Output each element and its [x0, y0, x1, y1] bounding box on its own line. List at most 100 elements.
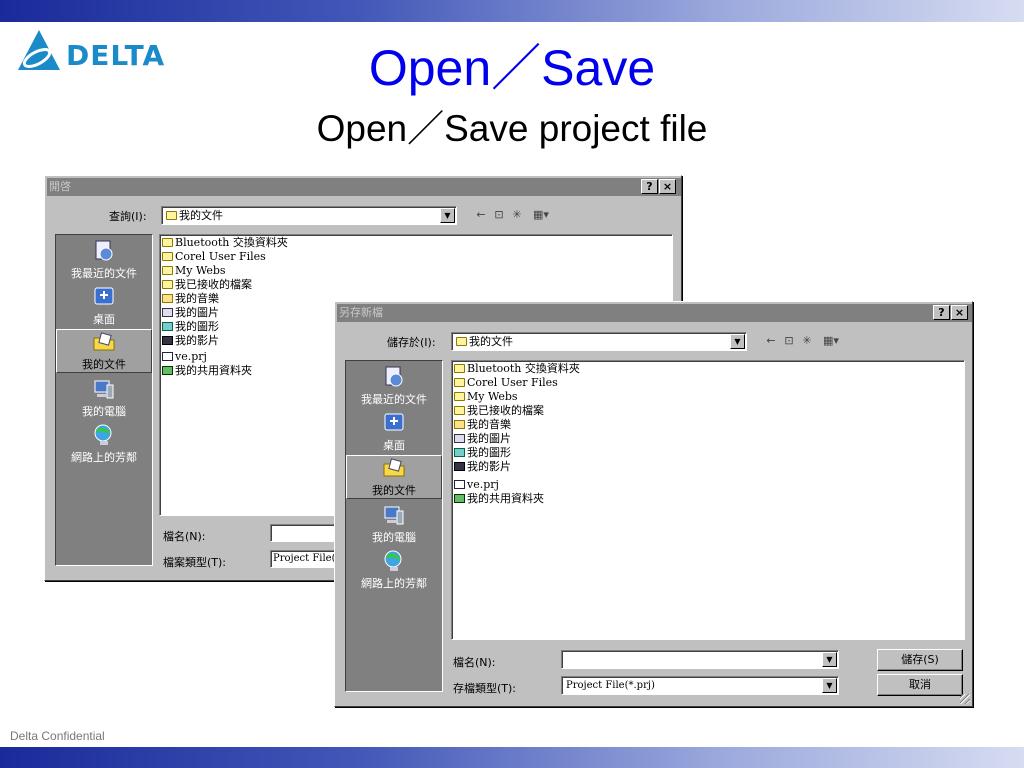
list-item[interactable]: 我的共用資料夾 [162, 364, 252, 378]
list-item[interactable]: 我已接收的檔案 [162, 278, 252, 292]
video-folder-icon [454, 462, 465, 471]
file-name: Bluetooth 交換資料夾 [175, 236, 288, 249]
savein-label: 儲存於(I): [387, 336, 436, 349]
music-folder-icon [454, 420, 465, 429]
list-item[interactable]: 我的影片 [162, 334, 219, 348]
file-name: 我的共用資料夾 [175, 364, 252, 377]
file-name: 我的音樂 [175, 292, 219, 305]
place-label: 網路上的芳鄰 [71, 451, 137, 464]
folder-icon [454, 364, 465, 373]
list-item[interactable]: 我的影片 [454, 460, 511, 474]
chevron-down-icon[interactable]: ▼ [822, 678, 837, 693]
top-gradient-bar [0, 0, 1024, 22]
open-dialog-titlebar: 開啓 [47, 178, 681, 196]
file-name: 我已接收的檔案 [467, 404, 544, 417]
list-item[interactable]: Corel User Files [454, 376, 558, 390]
place-label: 我的電腦 [82, 405, 126, 418]
list-item[interactable]: 我的共用資料夾 [454, 492, 544, 506]
place-label: 我的文件 [82, 358, 126, 371]
shared-folder-icon [454, 494, 465, 503]
pictures-folder-icon [454, 434, 465, 443]
my-computer-icon [94, 380, 114, 399]
place-network[interactable]: 網路上的芳鄰 [56, 423, 152, 465]
folder-icon [162, 252, 173, 261]
recent-icon [95, 240, 113, 261]
list-item[interactable]: 我的音樂 [454, 418, 511, 432]
savein-combo[interactable]: 我的文件 ▼ [451, 332, 747, 351]
place-recent[interactable]: 我最近的文件 [346, 365, 442, 407]
up-folder-icon[interactable]: ⊡ [781, 333, 797, 349]
filetype-value: Project File(*.prj) [566, 680, 655, 691]
places-bar: 我最近的文件 桌面 我的文件 我的電腦 網路上的芳鄰 [55, 234, 153, 566]
chevron-down-icon[interactable]: ▼ [730, 334, 745, 349]
view-menu-icon[interactable]: ▦▾ [819, 333, 843, 349]
folder-icon [162, 266, 173, 275]
view-menu-icon[interactable]: ▦▾ [529, 207, 553, 223]
folder-icon [454, 406, 465, 415]
list-item[interactable]: My Webs [162, 264, 226, 278]
place-my-documents[interactable]: 我的文件 [346, 455, 442, 499]
place-label: 桌面 [93, 313, 115, 326]
chevron-down-icon[interactable]: ▼ [440, 208, 455, 223]
file-name: 我的圖形 [175, 320, 219, 333]
place-label: 我最近的文件 [71, 267, 137, 280]
place-my-computer[interactable]: 我的電腦 [56, 377, 152, 419]
filetype-label: 存檔類型(T): [453, 682, 517, 695]
place-network[interactable]: 網路上的芳鄰 [346, 549, 442, 591]
list-item[interactable]: 我的圖形 [162, 320, 219, 334]
list-item[interactable]: ve.prj [162, 350, 207, 364]
place-desktop[interactable]: 桌面 [56, 285, 152, 327]
save-button[interactable]: 儲存(S) [877, 649, 963, 671]
place-recent[interactable]: 我最近的文件 [56, 239, 152, 281]
back-icon[interactable]: ← [473, 207, 489, 223]
list-item[interactable]: 我的圖形 [454, 446, 511, 460]
desktop-icon [384, 413, 404, 431]
resize-grip-icon[interactable] [960, 694, 970, 704]
project-file-icon [454, 480, 465, 489]
savein-value: 我的文件 [469, 335, 513, 348]
new-folder-icon[interactable]: ✳ [799, 333, 815, 349]
help-button[interactable]: ? [933, 305, 950, 320]
pictures-folder-icon [162, 308, 173, 317]
list-item[interactable]: 我已接收的檔案 [454, 404, 544, 418]
filename-label: 檔名(N): [163, 530, 206, 543]
filetype-select[interactable]: Project File(*.prj) ▼ [561, 676, 839, 695]
place-my-documents[interactable]: 我的文件 [56, 329, 152, 373]
close-button[interactable]: × [951, 305, 968, 320]
folder-icon [166, 211, 177, 220]
list-item[interactable]: 我的圖片 [454, 432, 511, 446]
list-item[interactable]: 我的音樂 [162, 292, 219, 306]
slide-subtitle: Open／Save project file [316, 108, 708, 149]
save-file-list[interactable]: Bluetooth 交換資料夾 Corel User Files My Webs… [451, 360, 965, 640]
close-button[interactable]: × [659, 179, 676, 194]
video-folder-icon [162, 336, 173, 345]
shapes-folder-icon [454, 448, 465, 457]
list-item[interactable]: My Webs [454, 390, 518, 404]
filename-label: 檔名(N): [453, 656, 496, 669]
list-item[interactable]: Bluetooth 交換資料夾 [162, 236, 288, 250]
help-button[interactable]: ? [641, 179, 658, 194]
place-desktop[interactable]: 桌面 [346, 411, 442, 453]
list-item[interactable]: Corel User Files [162, 250, 266, 264]
place-label: 桌面 [383, 439, 405, 452]
list-item[interactable]: Bluetooth 交換資料夾 [454, 362, 580, 376]
desktop-icon [94, 287, 114, 305]
place-label: 我最近的文件 [361, 393, 427, 406]
place-label: 網路上的芳鄰 [361, 577, 427, 590]
new-folder-icon[interactable]: ✳ [509, 207, 525, 223]
up-folder-icon[interactable]: ⊡ [491, 207, 507, 223]
lookin-combo[interactable]: 我的文件 ▼ [161, 206, 457, 225]
place-my-computer[interactable]: 我的電腦 [346, 503, 442, 545]
file-name: My Webs [467, 390, 518, 403]
chevron-down-icon[interactable]: ▼ [822, 652, 837, 667]
footer-confidential: Delta Confidential [10, 729, 105, 743]
filename-field[interactable]: ▼ [561, 650, 839, 669]
list-item[interactable]: ve.prj [454, 478, 499, 492]
cancel-button[interactable]: 取消 [877, 674, 963, 696]
back-icon[interactable]: ← [763, 333, 779, 349]
save-as-dialog: 另存新檔 ? × 儲存於(I): 我的文件 ▼ ← ⊡ ✳ ▦▾ 我最近的文件 … [334, 301, 973, 707]
folder-icon [454, 392, 465, 401]
file-name: 我已接收的檔案 [175, 278, 252, 291]
list-item[interactable]: 我的圖片 [162, 306, 219, 320]
save-dialog-title: 另存新檔 [339, 306, 383, 319]
